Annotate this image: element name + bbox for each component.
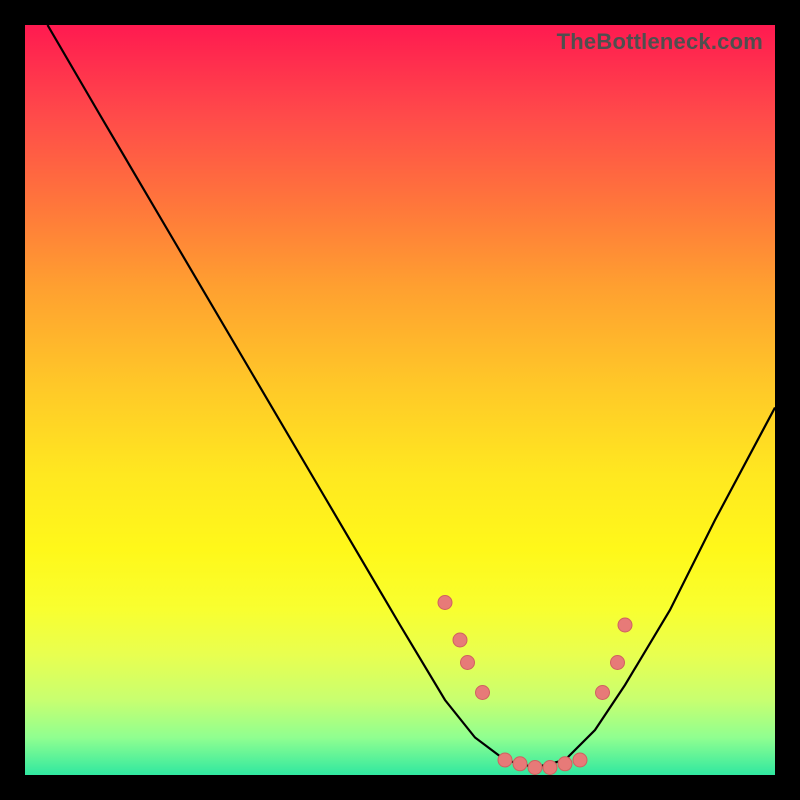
scatter-dot (543, 761, 557, 775)
bottleneck-curve-line (48, 25, 776, 768)
scatter-dots (438, 596, 632, 775)
scatter-dot (476, 686, 490, 700)
scatter-dot (513, 757, 527, 771)
scatter-dot (498, 753, 512, 767)
scatter-dot (573, 753, 587, 767)
scatter-dot (461, 656, 475, 670)
plot-area: TheBottleneck.com (25, 25, 775, 775)
scatter-dot (528, 761, 542, 775)
chart-svg (25, 25, 775, 775)
chart-frame: TheBottleneck.com (0, 0, 800, 800)
scatter-dot (611, 656, 625, 670)
scatter-dot (596, 686, 610, 700)
scatter-dot (618, 618, 632, 632)
scatter-dot (558, 757, 572, 771)
scatter-dot (453, 633, 467, 647)
scatter-dot (438, 596, 452, 610)
